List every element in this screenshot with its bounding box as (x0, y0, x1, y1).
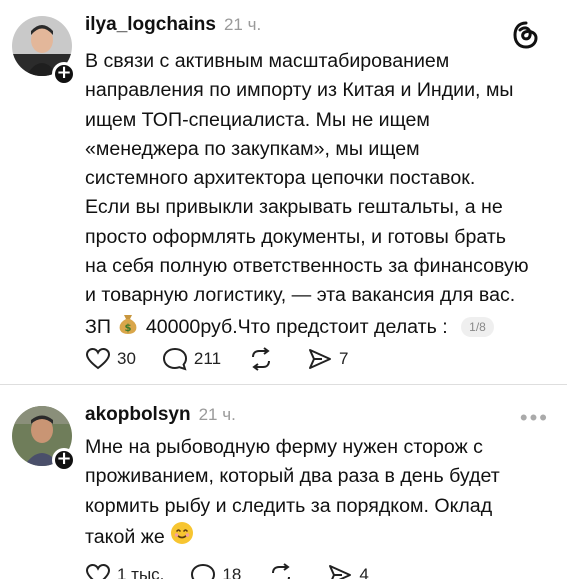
like-count: 30 (117, 349, 136, 368)
comment-button[interactable]: 18 (190, 563, 241, 579)
post-text: Мне на рыбоводную ферму нужен сторож с п… (85, 433, 560, 554)
post-text-line: «менеджера по закупкам», мы ищем (85, 137, 420, 160)
share-count: 7 (339, 349, 349, 368)
send-icon (309, 349, 332, 369)
salary-prefix: ЗП (85, 315, 111, 338)
timestamp: 21 ч. (198, 405, 236, 424)
comment-bubble-icon (191, 563, 216, 579)
send-icon (329, 565, 352, 579)
like-count: 1 тыс. (117, 565, 165, 579)
post-text-line-last: такой же (85, 521, 560, 554)
comment-count: 211 (193, 349, 222, 368)
salary-text: 40000руб.Что предстоит делать : (145, 315, 448, 338)
share-count: 4 (359, 565, 369, 579)
comment-button[interactable]: 211 (162, 347, 221, 371)
timestamp: 21 ч. (223, 15, 262, 34)
post-text-line: на себя полную ответственность за финанс… (85, 255, 529, 278)
more-dots-icon[interactable]: ••• (520, 405, 549, 431)
username[interactable]: akopbolsyn (85, 404, 191, 426)
post-text-line: кормить рыбу и следить за порядком. Окла… (85, 494, 493, 517)
post-text-line: ищем ТОП-специалиста. Мы не ищем (85, 108, 430, 131)
repost-button[interactable] (247, 347, 281, 371)
post-text-line: направления по импорту из Китая и Индии,… (85, 79, 514, 102)
threads-logo-icon[interactable] (511, 20, 541, 50)
username[interactable]: ilya_logchains (85, 14, 216, 36)
repost-button[interactable] (267, 563, 301, 579)
like-button[interactable]: 1 тыс. (85, 563, 164, 579)
post-text-line-salary: ЗП $ 40000руб.Что предстоит делать : 1/8 (85, 311, 560, 344)
heart-icon (85, 563, 111, 579)
comment-count: 18 (222, 565, 242, 579)
post-text-line: и товарную логистику, — эта вакансия для… (85, 284, 516, 307)
money-bag-emoji: $ (116, 311, 140, 344)
post-text-line: В связи с активным масштабированием (85, 50, 450, 72)
share-button[interactable]: 4 (327, 563, 369, 579)
post-text-line: системного архитектора цепочки поставок. (85, 167, 476, 190)
post-text-line: просто оформлять документы, и готовы бра… (85, 225, 507, 248)
post-actions: 30 211 7 (85, 347, 375, 371)
repost-icon (272, 563, 291, 579)
follow-plus-button[interactable]: + (52, 448, 76, 472)
share-button[interactable]: 7 (307, 347, 349, 371)
heart-icon (85, 347, 111, 370)
post-header: ilya_logchains 21 ч. (85, 14, 261, 36)
repost-icon (252, 347, 271, 371)
post-text: В связи с активным масштабированием напр… (85, 47, 560, 344)
thread-post-2: + akopbolsyn 21 ч. ••• Мне на рыбоводную… (0, 385, 567, 579)
smiling-face-emoji (170, 521, 194, 554)
post-actions: 1 тыс. 18 4 (85, 563, 395, 579)
follow-plus-button[interactable]: + (52, 62, 76, 86)
svg-text:$: $ (125, 323, 132, 334)
carousel-pager: 1/8 (461, 317, 494, 338)
post-text-line: Если вы привыкли закрывать гештальты, а … (85, 196, 503, 219)
comment-bubble-icon (162, 347, 187, 371)
post-header: akopbolsyn 21 ч. (85, 404, 236, 426)
thread-post-1: + ilya_logchains 21 ч. В связи с активны… (0, 0, 567, 385)
post-text-line: Мне на рыбоводную ферму нужен сторож с (85, 436, 483, 458)
like-button[interactable]: 30 (85, 347, 136, 371)
post-text-line: проживанием, который два раза в день буд… (85, 465, 500, 488)
post-text-end: такой же (85, 525, 165, 548)
